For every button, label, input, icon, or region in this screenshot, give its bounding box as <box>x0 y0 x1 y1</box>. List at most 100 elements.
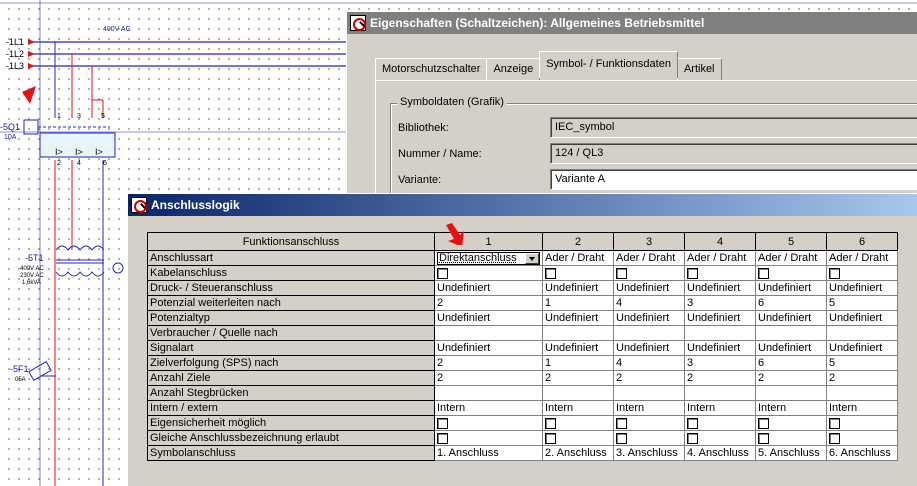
checkbox[interactable] <box>437 433 448 444</box>
table-cell[interactable] <box>756 386 827 401</box>
table-cell[interactable]: 1. Anschluss <box>435 446 543 461</box>
table-cell[interactable]: Ader / Draht <box>685 251 756 266</box>
tab-motorschutzschalter[interactable]: Motorschutzschalter <box>375 58 487 80</box>
table-cell[interactable] <box>614 326 685 341</box>
table-cell[interactable]: 1 <box>543 296 614 311</box>
table-cell[interactable]: Undefiniert <box>756 281 827 296</box>
table-cell[interactable]: Direktanschluss <box>435 251 543 266</box>
table-cell[interactable]: 2. Anschluss <box>543 446 614 461</box>
checkbox[interactable] <box>437 268 448 279</box>
table-cell[interactable]: Undefiniert <box>435 281 543 296</box>
table-cell[interactable]: 2 <box>614 371 685 386</box>
table-cell[interactable] <box>543 431 614 446</box>
table-cell[interactable]: Undefiniert <box>827 311 898 326</box>
table-cell[interactable] <box>756 431 827 446</box>
number-field[interactable]: 124 / QL3 <box>550 143 917 164</box>
table-cell[interactable] <box>614 266 685 281</box>
table-cell[interactable] <box>435 431 543 446</box>
table-cell[interactable]: Undefiniert <box>614 341 685 356</box>
checkbox[interactable] <box>829 418 840 429</box>
table-cell[interactable]: 4 <box>614 296 685 311</box>
table-cell[interactable]: 5 <box>827 356 898 371</box>
anschlusslogik-dialog[interactable]: Anschlusslogik Funktionsanschluss 1 2 3 … <box>127 193 917 486</box>
table-cell[interactable]: Intern <box>435 401 543 416</box>
table-cell[interactable]: 1 <box>543 356 614 371</box>
table-cell[interactable]: 6 <box>756 356 827 371</box>
library-field[interactable]: IEC_symbol <box>550 117 917 138</box>
table-cell[interactable]: Undefiniert <box>827 341 898 356</box>
table-cell[interactable] <box>827 386 898 401</box>
table-cell[interactable]: Undefiniert <box>685 281 756 296</box>
column-header[interactable]: 5 <box>756 233 827 251</box>
anschlusslogik-titlebar[interactable]: Anschlusslogik <box>128 194 917 216</box>
table-cell[interactable]: 3 <box>685 296 756 311</box>
table-cell[interactable]: 5 <box>827 296 898 311</box>
checkbox[interactable] <box>829 268 840 279</box>
table-cell[interactable]: Intern <box>614 401 685 416</box>
checkbox[interactable] <box>545 418 556 429</box>
table-cell[interactable]: Undefiniert <box>827 281 898 296</box>
checkbox[interactable] <box>437 418 448 429</box>
table-cell[interactable]: Ader / Draht <box>827 251 898 266</box>
properties-dialog-titlebar[interactable]: Eigenschaften (Schaltzeichen): Allgemein… <box>347 12 917 34</box>
tab-symbol-funktionsdaten[interactable]: Symbol- / Funktionsdaten <box>539 51 678 78</box>
table-cell[interactable]: Undefiniert <box>543 341 614 356</box>
table-cell[interactable]: 5. Anschluss <box>756 446 827 461</box>
table-cell[interactable]: 3 <box>685 356 756 371</box>
table-cell[interactable]: Intern <box>827 401 898 416</box>
table-cell[interactable] <box>543 326 614 341</box>
table-cell[interactable] <box>827 416 898 431</box>
anschlussart-dropdown[interactable]: Direktanschluss <box>437 252 540 265</box>
checkbox[interactable] <box>758 418 769 429</box>
table-cell[interactable]: Ader / Draht <box>614 251 685 266</box>
checkbox[interactable] <box>687 418 698 429</box>
table-cell[interactable] <box>685 416 756 431</box>
table-cell[interactable]: 4. Anschluss <box>685 446 756 461</box>
table-cell[interactable] <box>827 326 898 341</box>
table-cell[interactable] <box>685 431 756 446</box>
table-cell[interactable]: 2 <box>435 371 543 386</box>
table-cell[interactable]: 6. Anschluss <box>827 446 898 461</box>
table-cell[interactable]: Undefiniert <box>435 341 543 356</box>
table-cell[interactable] <box>685 326 756 341</box>
table-cell[interactable]: Undefiniert <box>614 311 685 326</box>
connection-grid[interactable]: Funktionsanschluss 1 2 3 4 5 6 Anschluss… <box>147 232 898 461</box>
table-cell[interactable]: Undefiniert <box>756 341 827 356</box>
checkbox[interactable] <box>616 433 627 444</box>
column-header[interactable]: 4 <box>685 233 756 251</box>
tab-anzeige[interactable]: Anzeige <box>486 58 540 80</box>
tab-artikel[interactable]: Artikel <box>677 58 722 80</box>
table-cell[interactable]: Undefiniert <box>543 311 614 326</box>
table-cell[interactable]: Undefiniert <box>614 281 685 296</box>
checkbox[interactable] <box>687 433 698 444</box>
table-cell[interactable]: Intern <box>685 401 756 416</box>
table-cell[interactable] <box>435 416 543 431</box>
table-cell[interactable]: Intern <box>756 401 827 416</box>
table-cell[interactable] <box>685 386 756 401</box>
table-cell[interactable] <box>827 266 898 281</box>
table-cell[interactable]: 2 <box>827 371 898 386</box>
table-cell[interactable] <box>543 416 614 431</box>
table-cell[interactable]: 2 <box>756 371 827 386</box>
table-cell[interactable] <box>827 431 898 446</box>
table-cell[interactable] <box>435 326 543 341</box>
table-cell[interactable] <box>685 266 756 281</box>
table-cell[interactable]: 6 <box>756 296 827 311</box>
table-cell[interactable] <box>543 266 614 281</box>
table-cell[interactable]: 4 <box>614 356 685 371</box>
properties-dialog[interactable]: Eigenschaften (Schaltzeichen): Allgemein… <box>346 11 917 201</box>
table-cell[interactable]: Ader / Draht <box>543 251 614 266</box>
table-cell[interactable]: 2 <box>543 371 614 386</box>
table-cell[interactable] <box>614 386 685 401</box>
table-cell[interactable]: 2 <box>685 371 756 386</box>
column-header[interactable]: 3 <box>614 233 685 251</box>
checkbox[interactable] <box>545 433 556 444</box>
table-cell[interactable] <box>756 266 827 281</box>
table-cell[interactable] <box>543 386 614 401</box>
table-cell[interactable]: 3. Anschluss <box>614 446 685 461</box>
checkbox[interactable] <box>829 433 840 444</box>
table-cell[interactable]: Undefiniert <box>756 311 827 326</box>
checkbox[interactable] <box>687 268 698 279</box>
table-cell[interactable]: Undefiniert <box>435 311 543 326</box>
checkbox[interactable] <box>758 433 769 444</box>
